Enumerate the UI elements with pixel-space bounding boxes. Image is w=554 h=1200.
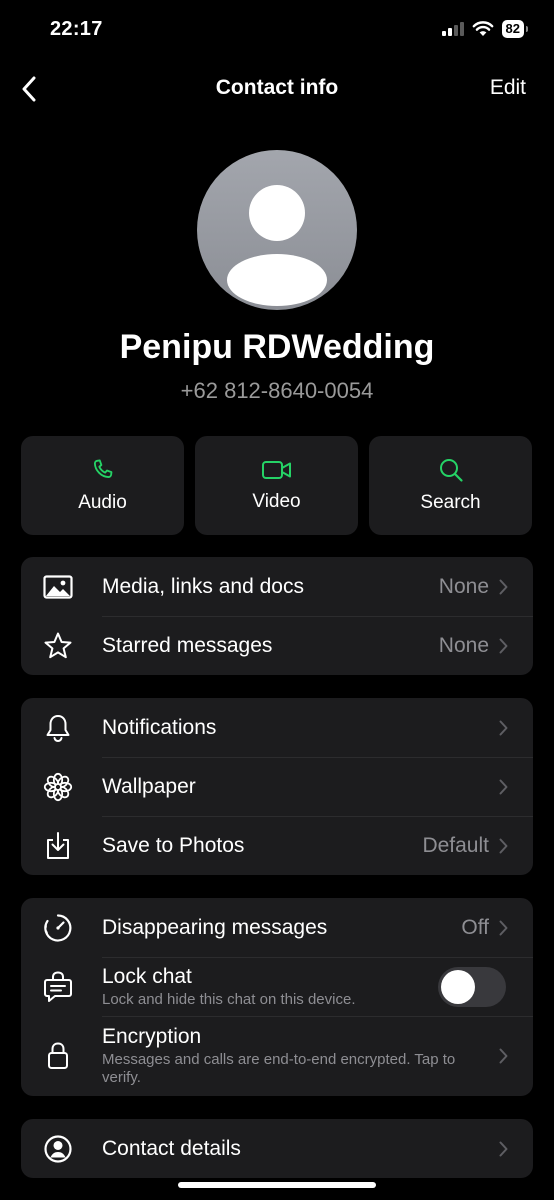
battery-indicator: 82 bbox=[501, 20, 529, 38]
chevron-right-icon bbox=[499, 779, 508, 794]
contact-details-row[interactable]: Contact details bbox=[21, 1119, 533, 1178]
encryption-label: Encryption bbox=[102, 1025, 202, 1048]
chevron-right-icon bbox=[499, 920, 508, 935]
avatar[interactable] bbox=[197, 150, 357, 310]
notifications-row[interactable]: Notifications bbox=[21, 698, 533, 757]
disappearing-messages-row[interactable]: Disappearing messages Off bbox=[21, 898, 533, 957]
search-icon bbox=[439, 459, 463, 482]
wallpaper-row[interactable]: Wallpaper bbox=[21, 757, 533, 816]
settings-card: Notifications Wallpaper Save to Photos D… bbox=[21, 698, 533, 875]
disappearing-value: Off bbox=[461, 915, 489, 939]
starred-label: Starred messages bbox=[102, 633, 273, 657]
privacy-card: Disappearing messages Off Lock chat Lock… bbox=[21, 898, 533, 1096]
edit-button[interactable]: Edit bbox=[490, 76, 526, 100]
status-icons: 82 bbox=[441, 20, 529, 38]
save-photos-label: Save to Photos bbox=[102, 833, 245, 857]
lock-icon bbox=[47, 1042, 68, 1069]
person-placeholder-icon bbox=[227, 185, 327, 306]
details-card: Contact details bbox=[21, 1119, 533, 1178]
star-icon bbox=[44, 632, 71, 658]
page-title: Contact info bbox=[215, 76, 339, 99]
notifications-label: Notifications bbox=[102, 715, 217, 739]
cellular-signal-icon bbox=[441, 22, 464, 36]
search-label: Search bbox=[420, 492, 481, 513]
starred-value: None bbox=[438, 633, 489, 657]
quick-actions: Audio Video Search bbox=[21, 436, 533, 535]
audio-label: Audio bbox=[78, 492, 127, 513]
save-photos-value: Default bbox=[422, 833, 489, 857]
wallpaper-label: Wallpaper bbox=[102, 774, 196, 798]
lock-chat-toggle[interactable] bbox=[438, 966, 506, 1007]
download-icon bbox=[46, 831, 69, 859]
contact-phone[interactable]: +62 812-8640-0054 bbox=[0, 378, 554, 404]
disappearing-label: Disappearing messages bbox=[102, 915, 328, 939]
lock-chat-row: Lock chat Lock and hide this chat on thi… bbox=[21, 957, 533, 1016]
media-value: None bbox=[438, 574, 489, 598]
chevron-left-icon bbox=[22, 76, 36, 102]
contact-details-label: Contact details bbox=[102, 1136, 241, 1160]
phone-icon bbox=[93, 459, 112, 478]
media-links-docs-row[interactable]: Media, links and docs None bbox=[21, 557, 533, 616]
save-to-photos-row[interactable]: Save to Photos Default bbox=[21, 816, 533, 875]
chevron-right-icon bbox=[499, 579, 508, 594]
bell-icon bbox=[46, 714, 69, 742]
status-time: 22:17 bbox=[50, 18, 103, 40]
lock-chat-label: Lock chat bbox=[102, 964, 192, 988]
starred-messages-row[interactable]: Starred messages None bbox=[21, 616, 533, 675]
video-icon bbox=[261, 461, 291, 479]
media-card: Media, links and docs None Starred messa… bbox=[21, 557, 533, 675]
nav-bar: Contact info Edit bbox=[0, 64, 554, 114]
flower-icon bbox=[43, 772, 72, 801]
chevron-right-icon bbox=[499, 638, 508, 653]
chevron-right-icon bbox=[499, 838, 508, 853]
status-bar: 22:17 82 bbox=[0, 0, 554, 60]
toggle-knob bbox=[441, 969, 475, 1004]
encryption-description: Messages and calls are end-to-end encryp… bbox=[102, 1051, 456, 1086]
video-label: Video bbox=[252, 491, 301, 512]
audio-call-button[interactable]: Audio bbox=[21, 436, 184, 535]
timer-icon bbox=[43, 913, 71, 942]
wifi-icon bbox=[472, 21, 493, 36]
video-call-button[interactable]: Video bbox=[195, 436, 358, 535]
media-label: Media, links and docs bbox=[102, 574, 304, 598]
encryption-row[interactable]: Encryption Messages and calls are end-to… bbox=[21, 1016, 533, 1096]
lock-chat-description: Lock and hide this chat on this device. bbox=[102, 990, 356, 1008]
chat-lock-icon bbox=[43, 970, 72, 1002]
contact-name: Penipu RDWedding bbox=[119, 328, 435, 366]
search-button[interactable]: Search bbox=[369, 436, 532, 535]
home-indicator[interactable] bbox=[178, 1182, 376, 1188]
photo-icon bbox=[42, 574, 73, 599]
back-button[interactable] bbox=[14, 72, 44, 106]
person-circle-icon bbox=[43, 1134, 72, 1163]
chevron-right-icon bbox=[499, 1141, 508, 1156]
chevron-right-icon bbox=[499, 720, 508, 735]
chevron-right-icon bbox=[499, 1048, 508, 1064]
